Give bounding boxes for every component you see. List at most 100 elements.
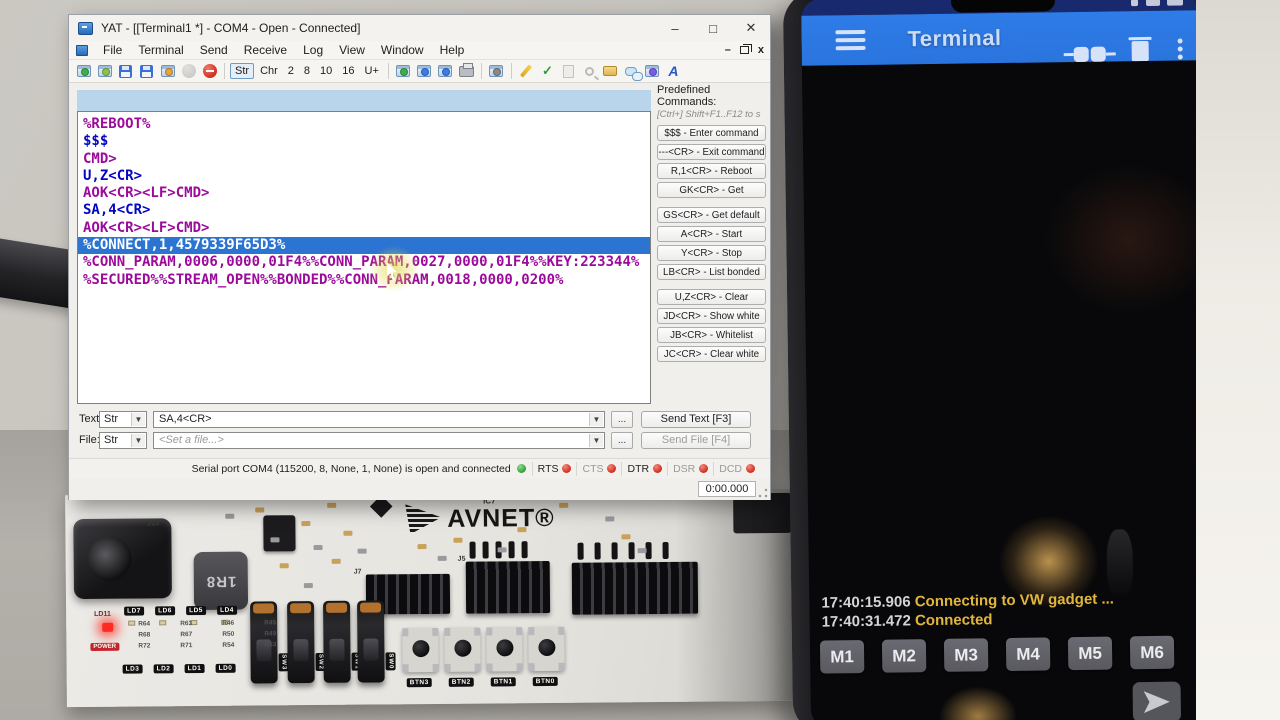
send-text-input[interactable]: SA,4<CR> ▼ [153, 410, 605, 428]
menu-window[interactable]: Window [373, 43, 432, 57]
power-silk-label: POWER [90, 642, 120, 651]
client-area: %REBOOT% $$$ CMD> U,Z<CR> AOK<CR><LF>CMD> SA,… [69, 84, 770, 424]
terminal-line[interactable]: %SECURED%%STREAM_OPEN%%BONDED%%CONN_PARA… [78, 272, 650, 289]
terminal-line[interactable]: AOK<CR><LF>CMD> [78, 220, 650, 237]
send-panel-icon[interactable] [643, 63, 662, 80]
indicator-cts: CTS [576, 461, 621, 476]
terminal-line[interactable]: %CONN_PARAM,0006,0000,01F4%%CONN_PARAM,0… [78, 254, 650, 271]
minimize-button[interactable]: – [656, 15, 694, 41]
resistor-refs: R64 R68 R72 [138, 620, 151, 650]
led-component [159, 620, 167, 626]
android-phone: Terminal 17:40:15.906 Connecting to VW g… [782, 0, 1228, 720]
close-port-icon[interactable] [200, 63, 219, 80]
log-on-icon[interactable]: ✓ [538, 63, 557, 80]
predefined-command-3[interactable]: R,1<CR> - Reboot [657, 163, 766, 179]
format-icon[interactable]: A [664, 63, 683, 80]
macro-button-m5[interactable]: M5 [1067, 636, 1113, 671]
macro-button-m2[interactable]: M2 [881, 639, 927, 673]
mdi-close-button[interactable]: x [758, 43, 764, 57]
terminal-line[interactable]: U,Z<CR> [78, 168, 650, 185]
print-icon[interactable] [457, 62, 476, 80]
delete-icon[interactable] [1131, 40, 1149, 62]
log-settings-icon[interactable] [517, 63, 536, 80]
text-more-button[interactable]: ... [611, 410, 633, 428]
terminal-line[interactable]: SA,4<CR> [78, 202, 650, 219]
predefined-command-4[interactable]: GK<CR> - Get [657, 182, 766, 198]
menu-file[interactable]: File [95, 43, 130, 57]
predefined-command-1[interactable]: $$$ - Enter command [657, 125, 766, 141]
new-terminal-icon[interactable] [74, 63, 93, 80]
predefined-command-10[interactable]: JD<CR> - Show white [657, 308, 766, 324]
terminal-line[interactable]: CMD> [78, 151, 650, 168]
push-button-btn3 [402, 627, 439, 673]
predefined-command-5[interactable]: GS<CR> - Get default [657, 207, 766, 223]
menu-view[interactable]: View [331, 43, 373, 57]
menu-log[interactable]: Log [295, 43, 331, 57]
maximize-button[interactable]: □ [694, 15, 732, 41]
radix-8-button[interactable]: 8 [300, 64, 314, 78]
predefined-command-11[interactable]: JB<CR> - Whitelist [657, 327, 766, 343]
mdi-minimize-button[interactable]: – [725, 43, 731, 57]
save-workspace-icon[interactable] [137, 63, 156, 80]
predefined-command-7[interactable]: Y<CR> - Stop [657, 245, 766, 261]
indicator-dsr: DSR [667, 461, 713, 476]
log-folder-icon[interactable] [601, 63, 620, 80]
predefined-hint: [Ctrl+] Shift+F1..F12 to s [657, 109, 761, 120]
indicator-dtr[interactable]: DTR [621, 461, 667, 476]
text-mode-dropdown[interactable]: Str ▼ [99, 410, 147, 428]
radix-10-button[interactable]: 10 [316, 64, 336, 78]
message-text: Connected [914, 611, 993, 630]
connection-led [516, 464, 526, 473]
predefined-command-2[interactable]: ---<CR> - Exit command [657, 144, 766, 160]
push-button-btn2 [444, 627, 481, 672]
terminal-monitor[interactable]: %REBOOT% $$$ CMD> U,Z<CR> AOK<CR><LF>CMD> SA,… [77, 111, 651, 404]
title-bar[interactable]: YAT - [[Terminal1 *] - COM4 - Open - Con… [69, 15, 770, 41]
disconnect-icon[interactable] [1064, 44, 1116, 63]
send-button[interactable] [1132, 681, 1182, 720]
mdi-restore-button[interactable] [739, 44, 752, 54]
close-button[interactable]: ✕ [732, 15, 770, 41]
switch-label: SW0 [385, 652, 396, 671]
file-mode-dropdown[interactable]: Str ▼ [99, 431, 147, 449]
predefined-command-8[interactable]: LB<CR> - List bonded [657, 264, 766, 280]
find-icon[interactable] [487, 63, 506, 80]
send-text-button[interactable]: Send Text [F3] [641, 410, 751, 428]
predefined-command-9[interactable]: U,Z<CR> - Clear [657, 289, 766, 305]
radix-u+-button[interactable]: U+ [361, 64, 383, 78]
push-button-btn1 [486, 627, 523, 672]
radix-16-button[interactable]: 16 [338, 64, 358, 78]
macro-button-m1[interactable]: M1 [819, 639, 865, 674]
radix-char-button[interactable]: Chr [256, 64, 282, 78]
menu-icon[interactable] [835, 29, 866, 51]
terminal-line[interactable]: $$$ [78, 133, 650, 150]
terminal-line[interactable]: %REBOOT% [78, 116, 650, 133]
reset-count-icon[interactable] [436, 63, 455, 80]
menu-send[interactable]: Send [192, 43, 236, 57]
macro-button-m6[interactable]: M6 [1129, 635, 1175, 670]
predefined-command-12[interactable]: JC<CR> - Clear white [657, 346, 766, 362]
file-more-button[interactable]: ... [611, 431, 633, 449]
resize-grip-icon[interactable] [758, 488, 768, 498]
radix-2-button[interactable]: 2 [284, 64, 298, 78]
send-file-input[interactable]: <Set a file...> ▼ [153, 431, 605, 449]
open-workspace-icon[interactable] [95, 63, 114, 80]
save-icon[interactable] [116, 63, 135, 80]
menu-receive[interactable]: Receive [236, 43, 295, 57]
indicator-dcd: DCD [713, 461, 760, 476]
macro-button-m3[interactable]: M3 [943, 638, 989, 672]
radix-string-button[interactable]: Str [230, 63, 255, 79]
macro-button-m4[interactable]: M4 [1005, 637, 1051, 672]
terminal-settings-icon[interactable] [158, 63, 177, 80]
send-file-row: File: Str ▼ <Set a file...> ▼ ... Send Fil… [69, 431, 770, 449]
push-button-btn0 [528, 626, 565, 672]
terminal-line[interactable]: AOK<CR><LF>CMD> [78, 185, 650, 202]
overflow-icon[interactable] [1177, 38, 1183, 62]
menu-terminal[interactable]: Terminal [130, 43, 191, 57]
terminal-line-selected[interactable]: %CONNECT,1,4579339F65D3% [78, 237, 650, 255]
indicator-rts[interactable]: RTS [531, 461, 577, 476]
predefined-command-6[interactable]: A<CR> - Start [657, 226, 766, 242]
refresh-monitor-icon[interactable] [415, 63, 434, 80]
feedback-icon[interactable] [622, 63, 644, 81]
clear-monitor-icon[interactable] [394, 63, 413, 80]
menu-help[interactable]: Help [432, 43, 473, 57]
